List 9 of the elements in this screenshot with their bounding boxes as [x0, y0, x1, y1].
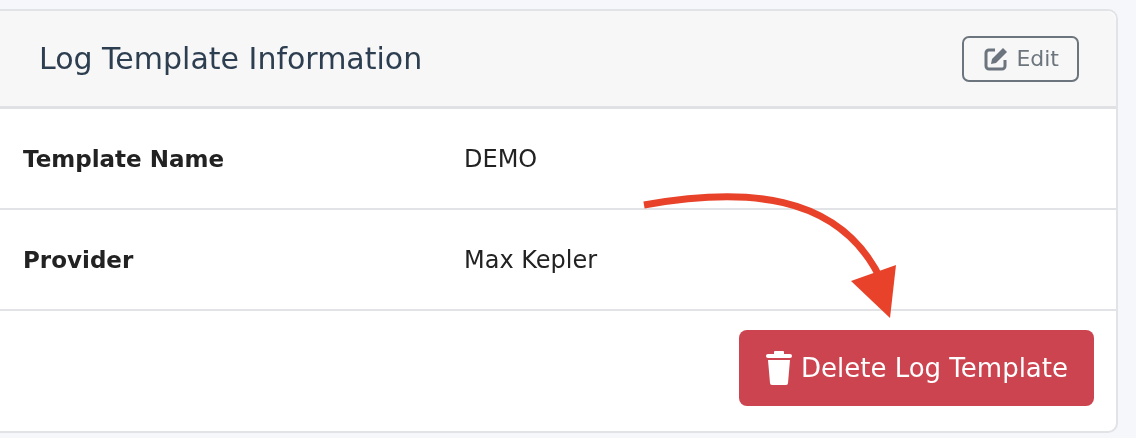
card-title: Log Template Information — [39, 41, 423, 76]
field-value: Max Kepler — [464, 245, 599, 274]
trash-icon — [764, 351, 793, 385]
field-label: Template Name — [23, 145, 225, 172]
field-value: DEMO — [464, 144, 539, 173]
edit-button[interactable]: Edit — [962, 35, 1079, 82]
field-label: Provider — [23, 246, 135, 273]
delete-button[interactable]: Delete Log Template — [738, 330, 1094, 406]
edit-icon — [984, 46, 1009, 71]
